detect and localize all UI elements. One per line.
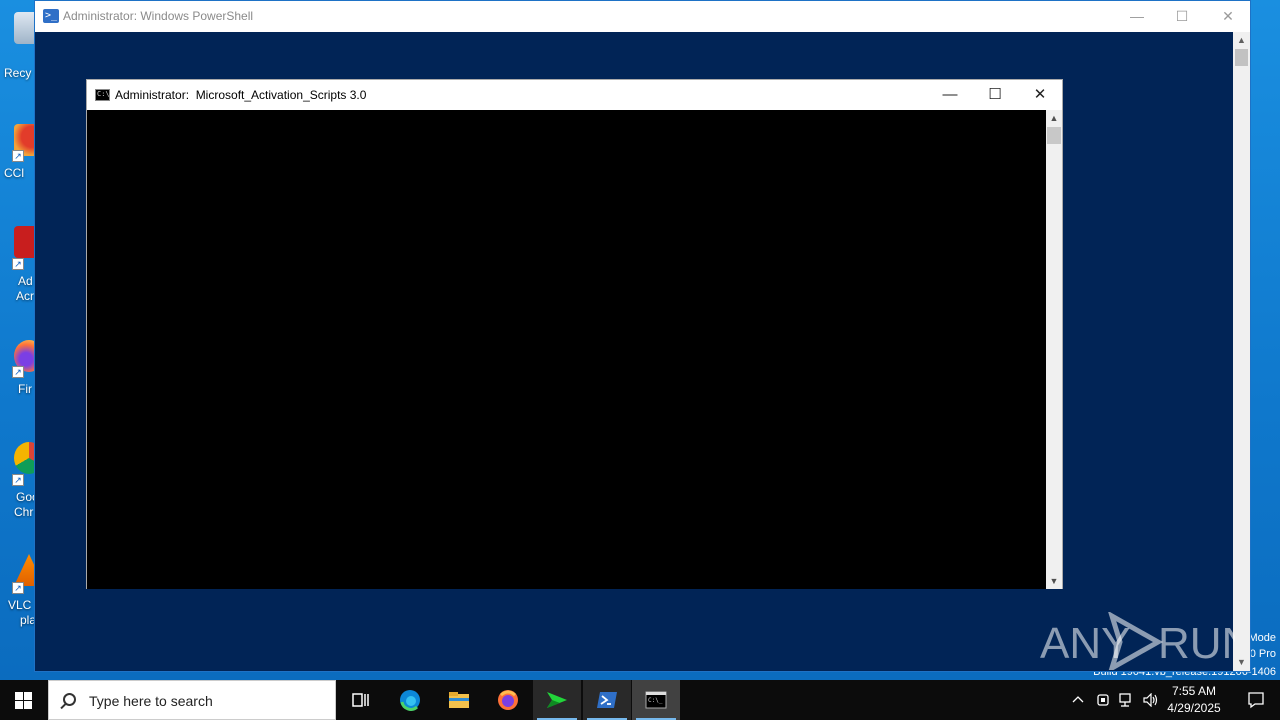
desktop-icon-label: Ad <box>18 274 33 288</box>
console-output-area[interactable] <box>87 110 1047 589</box>
clock-time: 7:55 AM <box>1171 684 1217 698</box>
windows-logo-icon <box>15 692 32 709</box>
scroll-down-arrow-icon[interactable]: ▼ <box>1046 573 1062 589</box>
taskbar-cmd[interactable]: C:\_ <box>632 680 680 720</box>
firefox-icon <box>498 690 518 710</box>
start-button[interactable] <box>0 680 48 720</box>
shortcut-arrow-icon: ↗ <box>12 258 24 270</box>
shortcut-arrow-icon: ↗ <box>12 366 24 378</box>
edition-text-line: Mode <box>1248 632 1276 644</box>
powershell-icon <box>597 692 617 708</box>
search-icon <box>63 693 76 706</box>
taskbar-clock[interactable]: 7:55 AM 4/29/2025 <box>1160 683 1228 717</box>
task-view-button[interactable] <box>336 680 384 720</box>
shortcut-arrow-icon: ↗ <box>12 474 24 486</box>
shortcut-arrow-icon: ↗ <box>12 150 24 162</box>
scrollbar-thumb[interactable] <box>1047 127 1061 144</box>
notification-icon <box>1248 692 1264 709</box>
cmd-icon: C:\ <box>95 89 110 101</box>
show-hidden-icons-button[interactable] <box>1068 680 1088 720</box>
powershell-title: Administrator: Windows PowerShell <box>63 9 254 23</box>
search-placeholder: Type here to search <box>89 693 213 709</box>
action-center-button[interactable] <box>1232 680 1280 720</box>
maximize-button[interactable]: ☐ <box>972 80 1018 110</box>
close-button[interactable]: ✕ <box>1017 80 1063 110</box>
shortcut-arrow-icon: ↗ <box>12 582 24 594</box>
desktop-icon-label: Fir <box>18 382 32 396</box>
taskbar-edge[interactable] <box>386 680 434 720</box>
edition-text-line: 0 Pro <box>1249 648 1276 660</box>
anyrun-watermark: ANY RUN <box>1040 610 1253 674</box>
cmd-title: Administrator: Microsoft_Activation_Scri… <box>115 88 367 102</box>
file-explorer-icon <box>449 692 469 708</box>
taskbar-firefox[interactable] <box>484 680 532 720</box>
desktop-icon-label: Acr <box>16 289 34 303</box>
minimize-button[interactable]: — <box>1114 1 1160 32</box>
network-button[interactable] <box>1116 680 1138 720</box>
desktop-icon-label: CCl <box>4 166 24 180</box>
close-button[interactable]: ✕ <box>1205 1 1251 32</box>
tray-device-icon-button[interactable] <box>1093 680 1113 720</box>
minimize-button[interactable]: — <box>927 80 973 110</box>
desktop-icon-label: Chr <box>14 505 34 519</box>
desktop-icon-label: VLC <box>8 598 32 612</box>
maximize-button[interactable]: ☐ <box>1159 1 1205 32</box>
taskbar: Type here to search C:\_ 7:55 AM 4/29/20… <box>0 680 1280 720</box>
svg-text:RUN: RUN <box>1158 619 1235 668</box>
edge-icon <box>400 690 420 711</box>
taskbar-powershell[interactable] <box>583 680 631 720</box>
cmd-window[interactable]: C:\ Administrator: Microsoft_Activation_… <box>86 79 1063 589</box>
volume-icon <box>1143 692 1158 708</box>
network-icon <box>1119 693 1131 707</box>
cmd-icon: C:\_ <box>645 691 667 709</box>
device-icon <box>1097 694 1109 706</box>
cmd-titlebar[interactable]: C:\ Administrator: Microsoft_Activation_… <box>87 80 1062 110</box>
desktop-icon-label: Recy <box>4 66 32 80</box>
powershell-titlebar[interactable]: >_ Administrator: Windows PowerShell — ☐… <box>35 1 1250 32</box>
task-view-icon <box>352 693 369 707</box>
anyrun-logo-icon: ANY RUN <box>1040 610 1253 674</box>
svg-text:C:\_: C:\_ <box>648 697 663 704</box>
powershell-scrollbar[interactable]: ▲ ▼ <box>1233 32 1250 671</box>
scrollbar-thumb[interactable] <box>1235 49 1248 66</box>
volume-button[interactable] <box>1140 680 1162 720</box>
scroll-up-arrow-icon[interactable]: ▲ <box>1233 32 1250 49</box>
clock-date: 4/29/2025 <box>1167 701 1221 715</box>
scroll-down-arrow-icon[interactable]: ▼ <box>1233 654 1250 671</box>
taskbar-green-arrow-app[interactable] <box>533 680 581 720</box>
cmd-scrollbar[interactable]: ▲ ▼ <box>1046 110 1062 589</box>
green-arrow-app-icon <box>547 692 567 708</box>
chevron-up-icon <box>1072 696 1084 703</box>
search-box[interactable]: Type here to search <box>48 680 336 720</box>
taskbar-file-explorer[interactable] <box>435 680 483 720</box>
scroll-up-arrow-icon[interactable]: ▲ <box>1046 110 1062 126</box>
powershell-icon: >_ <box>43 9 59 23</box>
